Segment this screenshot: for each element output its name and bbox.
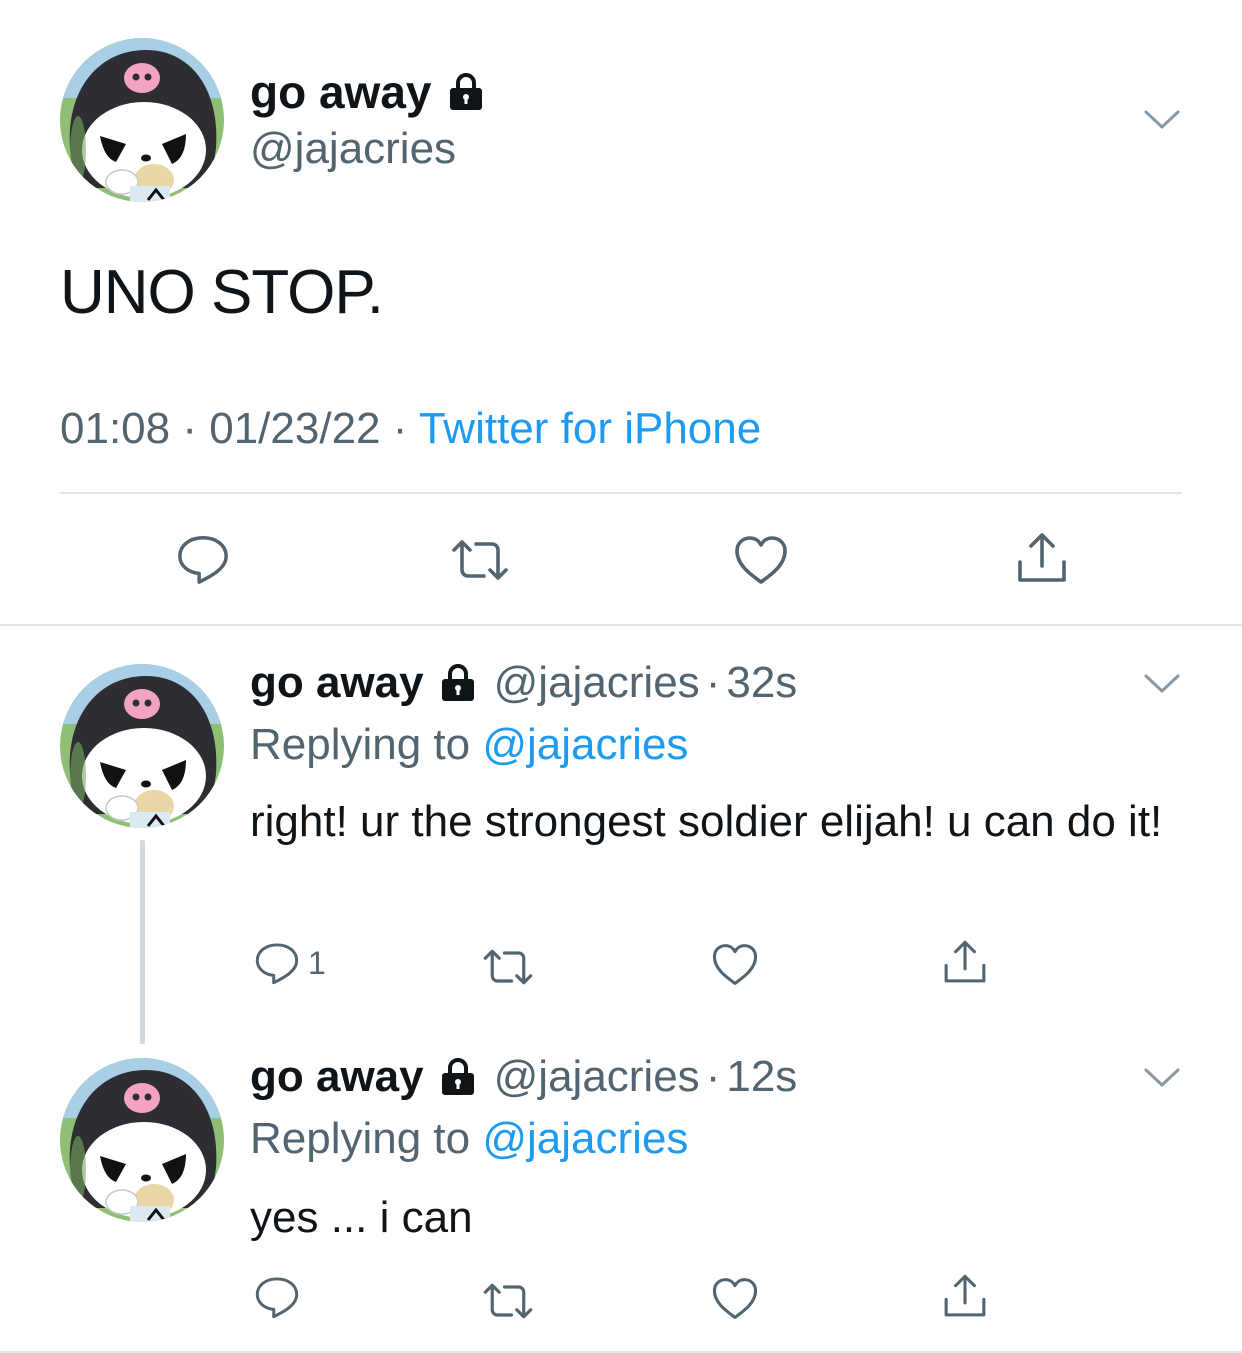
display-name[interactable]: go away (250, 64, 486, 120)
reply-button[interactable]: 1 (254, 940, 326, 986)
display-name-text: go away (250, 66, 432, 118)
replying-to: Replying to @jajacries (250, 1112, 688, 1166)
like-button[interactable] (711, 942, 759, 987)
meta-separator: · (392, 404, 408, 453)
chevron-down-icon[interactable] (1142, 108, 1182, 132)
share-icon (1014, 530, 1070, 586)
tweet-text: right! ur the strongest soldier elijah! … (250, 797, 1163, 846)
reply-header: go away @jajacries · 12s (250, 1050, 797, 1104)
chevron-down-icon[interactable] (1142, 672, 1182, 696)
meta-separator: · (705, 1052, 721, 1101)
avatar[interactable] (60, 664, 224, 828)
display-name[interactable]: go away (250, 1050, 424, 1104)
replying-to-label: Replying to (250, 1114, 483, 1163)
retweet-icon (480, 946, 536, 988)
reply-button[interactable] (176, 532, 230, 586)
tweet-time[interactable]: 32s (726, 656, 797, 710)
section-divider (0, 624, 1242, 626)
lock-icon (438, 663, 478, 703)
share-icon (941, 1272, 989, 1320)
lock-icon (438, 1057, 478, 1097)
replying-to-handle[interactable]: @jajacries (482, 1114, 688, 1163)
retweet-button[interactable] (480, 946, 536, 988)
tweet-meta: 01:08 · 01/23/22 · Twitter for iPhone (60, 402, 761, 456)
reply-count: 1 (308, 944, 326, 981)
share-button[interactable] (941, 1272, 989, 1320)
avatar-image (60, 1058, 224, 1222)
reply-button[interactable] (254, 1274, 300, 1320)
retweet-button[interactable] (480, 1280, 536, 1322)
chevron-down-icon[interactable] (1142, 1066, 1182, 1090)
share-icon (941, 938, 989, 986)
reply-header: go away @jajacries · 32s (250, 656, 797, 710)
display-name[interactable]: go away (250, 656, 424, 710)
retweet-button[interactable] (448, 536, 512, 584)
meta-separator: · (182, 404, 197, 453)
reply-icon (254, 940, 300, 986)
tweet-source[interactable]: Twitter for iPhone (419, 404, 761, 453)
heart-icon (711, 942, 759, 987)
tweet-text: yes ... i can (250, 1193, 473, 1242)
replying-to-handle[interactable]: @jajacries (482, 720, 688, 769)
avatar[interactable] (60, 1058, 224, 1222)
reply-icon (176, 532, 230, 586)
user-handle[interactable]: @jajacries (250, 122, 456, 176)
tweet-time[interactable]: 12s (726, 1050, 797, 1104)
divider (60, 492, 1182, 494)
replying-to-label: Replying to (250, 720, 483, 769)
replying-to: Replying to @jajacries (250, 718, 688, 772)
avatar-image (60, 38, 224, 202)
share-button[interactable] (941, 938, 989, 986)
tweet-date[interactable]: 01/23/22 (209, 404, 380, 453)
heart-icon (711, 1276, 759, 1321)
retweet-icon (448, 536, 512, 584)
tweet-text: UNO STOP. (60, 258, 384, 327)
like-button[interactable] (711, 1276, 759, 1321)
user-handle[interactable]: @jajacries (494, 656, 700, 710)
like-button[interactable] (733, 534, 789, 586)
heart-icon (733, 534, 789, 586)
thread-line (140, 840, 145, 1044)
reply-icon (254, 1274, 300, 1320)
share-button[interactable] (1014, 530, 1070, 586)
avatar[interactable] (60, 38, 224, 202)
meta-separator: · (705, 658, 721, 707)
user-handle[interactable]: @jajacries (494, 1050, 700, 1104)
tweet-time[interactable]: 01:08 (60, 404, 170, 453)
lock-icon (446, 72, 486, 112)
retweet-icon (480, 1280, 536, 1322)
avatar-image (60, 664, 224, 828)
